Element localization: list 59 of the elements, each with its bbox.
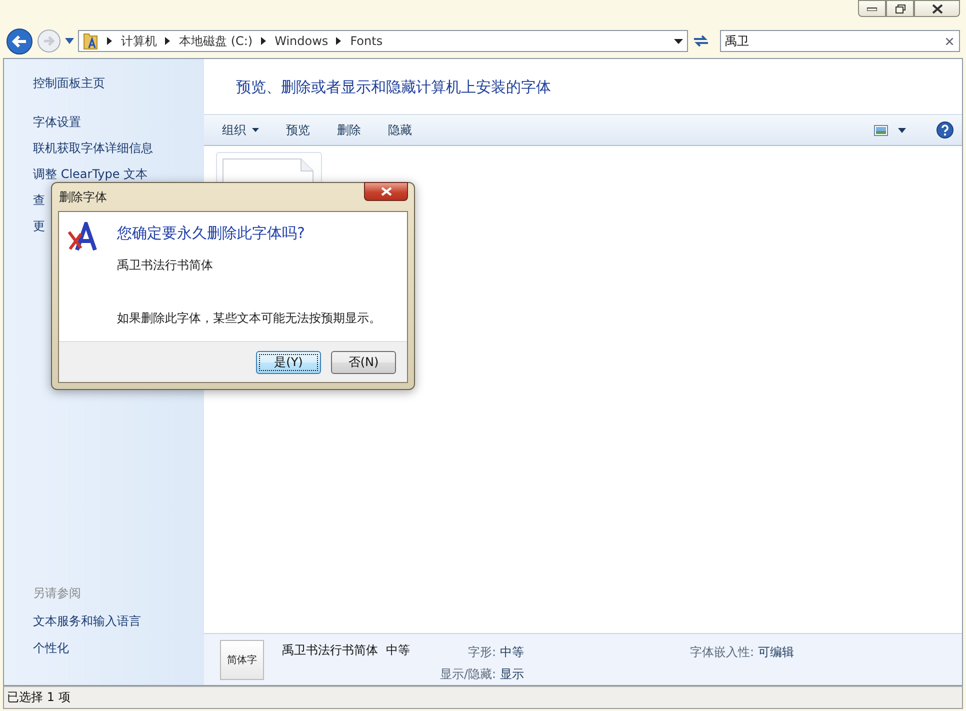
sidebar-link[interactable]: 查 — [33, 192, 45, 209]
detail-label: 字形: — [467, 644, 496, 661]
sidebar-link[interactable]: 控制面板主页 — [33, 75, 105, 92]
minimize-icon — [867, 6, 877, 10]
close-icon — [932, 4, 942, 14]
toolbar-button[interactable]: 删除 — [329, 118, 369, 142]
dialog-title: 删除字体 — [59, 188, 107, 206]
toolbar-button[interactable]: 预览 — [278, 118, 318, 142]
dialog-question: 您确定要永久删除此字体吗? — [117, 224, 306, 243]
page-heading: 预览、删除或者显示和隐藏计算机上安装的字体 — [236, 78, 551, 97]
minimize-button[interactable] — [858, 0, 886, 17]
close-button[interactable] — [914, 0, 960, 17]
sidebar-link[interactable]: 联机获取字体详细信息 — [33, 140, 153, 157]
dialog-close-button[interactable] — [364, 182, 408, 201]
font-name: 禹卫书法行书简体 — [282, 643, 378, 657]
detail-value: 可编辑 — [758, 644, 794, 661]
close-icon — [380, 187, 392, 196]
toolbar-button[interactable]: 隐藏 — [380, 118, 420, 142]
maximize-button[interactable] — [886, 0, 914, 17]
help-icon[interactable] — [936, 121, 954, 139]
breadcrumb-item[interactable]: 计算机 — [121, 32, 157, 50]
font-name: 禹卫书法行书简体 — [117, 257, 214, 274]
dialog-button[interactable]: 是(Y) — [256, 350, 321, 374]
search-field[interactable]: 禹卫 — [720, 30, 960, 52]
chevron-icon — [260, 37, 266, 45]
detail-label: 字体嵌入性: — [690, 644, 754, 661]
address-bar[interactable]: 计算机 本地磁盘 (C:) Windows Fonts — [78, 30, 688, 52]
breadcrumb-item[interactable]: 本地磁盘 (C:) — [179, 32, 253, 50]
section-heading: 另请参阅 — [33, 585, 81, 602]
refresh-icon[interactable] — [692, 33, 710, 49]
detail-label: 显示/隐藏: — [440, 666, 496, 683]
restore-icon — [894, 4, 906, 14]
sidebar-link[interactable]: 调整 ClearType 文本 — [33, 166, 148, 183]
clear-search-icon[interactable] — [946, 38, 953, 45]
history-dropdown-icon[interactable] — [65, 38, 74, 44]
caret-icon[interactable] — [898, 128, 906, 132]
sidebar-link[interactable]: 字体设置 — [33, 114, 81, 131]
chevron-icon — [336, 37, 342, 45]
sidebar-link[interactable]: 文本服务和输入语言 — [33, 613, 141, 630]
font-weight: 中等 — [386, 643, 410, 657]
view-options-icon[interactable] — [874, 124, 888, 136]
breadcrumb-item[interactable]: Windows — [274, 34, 328, 48]
font-thumbnail: 简体字 — [220, 640, 264, 680]
chevron-icon — [165, 37, 170, 45]
back-button[interactable] — [6, 28, 33, 54]
delete-font-icon — [67, 222, 99, 252]
caret-icon — [252, 128, 259, 132]
breadcrumb-item[interactable]: Fonts — [350, 34, 383, 48]
detail-value: 中等 — [500, 644, 524, 661]
dropdown-icon[interactable] — [674, 38, 683, 44]
folder-font-icon — [83, 32, 99, 50]
sidebar-link[interactable]: 更 — [33, 218, 45, 235]
detail-value: 显示 — [500, 666, 524, 683]
dialog-message: 如果删除此字体，某些文本可能无法按预期显示。 — [117, 310, 382, 327]
dialog-button[interactable]: 否(N) — [331, 350, 396, 374]
sidebar-link[interactable]: 个性化 — [33, 640, 69, 657]
status-text: 已选择 1 项 — [7, 689, 70, 706]
toolbar-menu-button[interactable]: 组织 — [214, 118, 267, 142]
chevron-icon — [107, 37, 112, 45]
